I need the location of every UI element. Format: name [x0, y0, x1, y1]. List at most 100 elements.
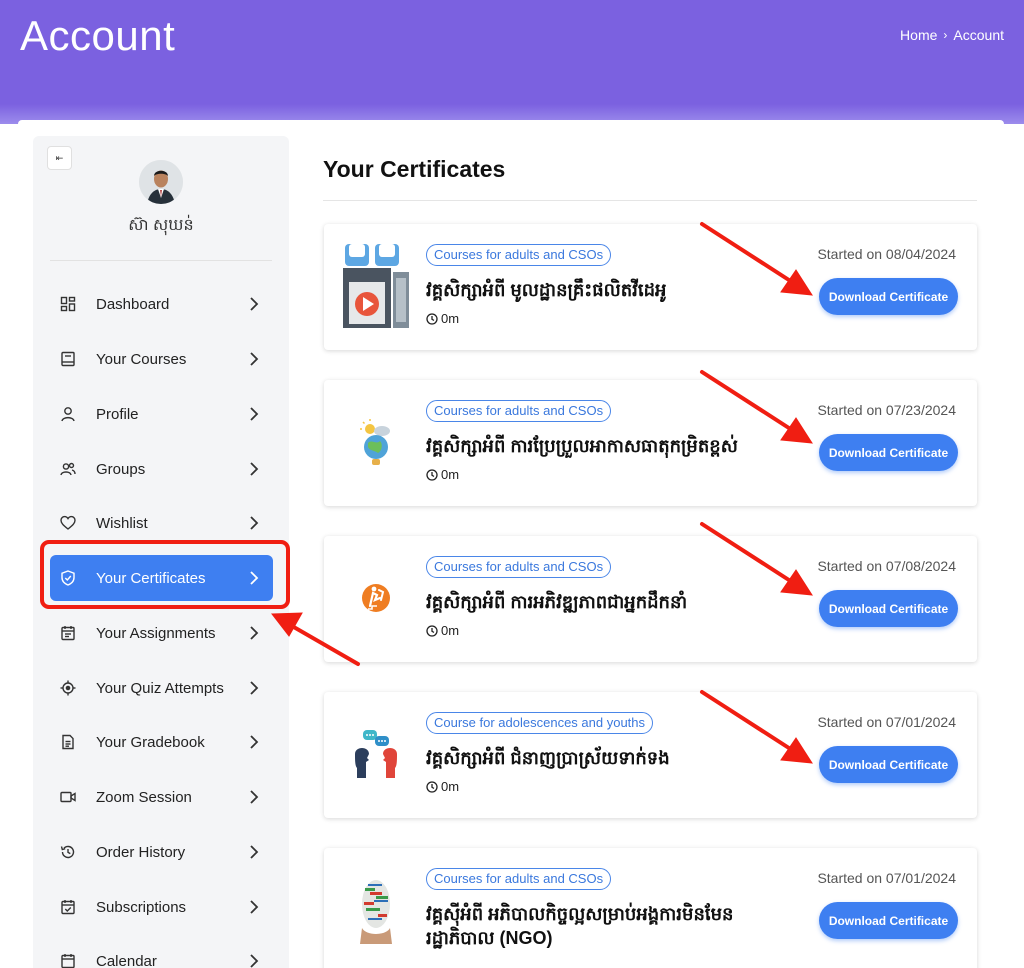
sidebar-item-zoom-session[interactable]: Zoom Session: [50, 774, 273, 820]
collapse-left-icon[interactable]: ⇤: [47, 146, 72, 170]
chevron-right-icon: [250, 462, 259, 476]
certificate-card: Courses for adults and CSOs វគ្គសិក្សាអំ…: [324, 536, 977, 662]
course-category-badge: Course for adolescences and youths: [426, 712, 654, 734]
sidebar-item-your-gradebook[interactable]: Your Gradebook: [50, 719, 273, 765]
breadcrumb-home-link[interactable]: Home: [900, 27, 937, 43]
certificate-course-title: វគ្គសិក្សាអំពី មូលដ្ឋានគ្រឹះផលិតវីដេអូ: [426, 280, 667, 300]
started-date: Started on 07/23/2024: [817, 402, 956, 418]
users-icon: [60, 462, 76, 476]
sidebar-item-label: Wishlist: [96, 514, 148, 532]
calendar-list-icon: [61, 626, 75, 641]
clock-icon: [426, 624, 438, 637]
download-certificate-button[interactable]: Download Certificate: [819, 746, 958, 783]
certificate-course-title: វគ្គសិក្សាអំពី ជំនាញប្រាស្រ័យទាក់ទង: [426, 748, 670, 768]
heart-icon: [60, 515, 76, 530]
breadcrumb: Home › Account: [900, 27, 1004, 43]
chevron-right-icon: [250, 954, 259, 968]
sidebar-item-label: Your Courses: [96, 350, 187, 368]
chevron-right-icon: [250, 297, 259, 311]
calendar-check-icon: [61, 900, 75, 915]
started-date: Started on 07/08/2024: [817, 558, 956, 574]
course-category-badge: Courses for adults and CSOs: [426, 400, 612, 422]
duration-value: 0m: [441, 623, 460, 638]
sidebar-item-your-quiz-attempts[interactable]: Your Quiz Attempts: [50, 665, 273, 711]
governance-course-thumbnail: [340, 866, 412, 954]
communication-course-thumbnail: [340, 710, 412, 798]
course-duration: 0m: [426, 779, 459, 794]
certificate-card: Course for adolescences and youths វគ្គស…: [324, 692, 977, 818]
chevron-right-icon: [250, 900, 259, 914]
chevron-right-icon: [250, 626, 259, 640]
sidebar-item-label: Your Quiz Attempts: [96, 679, 224, 697]
book-icon: [61, 351, 75, 367]
history-icon: [60, 845, 75, 859]
sidebar-item-label: Dashboard: [96, 295, 170, 313]
sidebar-item-calendar[interactable]: Calendar: [50, 938, 273, 968]
chevron-right-icon: [250, 790, 259, 804]
highlight-box-annotation: [40, 540, 290, 609]
sidebar-item-dashboard[interactable]: Dashboard: [50, 281, 273, 327]
leadership-course-thumbnail: [340, 554, 412, 642]
sidebar-item-label: Profile: [96, 405, 139, 423]
started-date: Started on 08/04/2024: [817, 246, 956, 262]
calendar-icon: [61, 954, 75, 968]
download-certificate-button[interactable]: Download Certificate: [819, 590, 958, 627]
duration-value: 0m: [441, 311, 460, 326]
certificate-course-title: វគ្គស៊ីអំពី អភិបាលកិច្ចល្អសម្រាប់អង្គការ…: [426, 904, 734, 948]
chevron-right-icon: [250, 845, 259, 859]
course-duration: 0m: [426, 311, 459, 326]
sidebar-item-label: Subscriptions: [96, 898, 187, 916]
sidebar-item-label: Your Assignments: [96, 624, 216, 642]
course-category-badge: Courses for adults and CSOs: [426, 868, 612, 890]
username: ស៊ា សុឃន់: [128, 217, 194, 234]
course-category-badge: Courses for adults and CSOs: [426, 244, 612, 266]
section-title: Your Certificates: [323, 156, 506, 182]
started-date: Started on 07/01/2024: [817, 714, 956, 730]
sidebar-item-subscriptions[interactable]: Subscriptions: [50, 884, 273, 930]
sidebar-divider: [50, 260, 272, 261]
sidebar-item-profile[interactable]: Profile: [50, 391, 273, 437]
sidebar-item-groups[interactable]: Groups: [50, 446, 273, 492]
section-divider: [323, 200, 977, 201]
duration-value: 0m: [441, 467, 460, 482]
page-title: Account: [20, 12, 176, 59]
certificate-course-title: វគ្គសិក្សាអំពី ការប្រែប្រួលអាកាសធាតុកម្រ…: [426, 436, 738, 456]
sidebar-item-your-assignments[interactable]: Your Assignments: [50, 610, 273, 656]
climate-course-thumbnail: [340, 398, 412, 486]
chevron-right-icon: [250, 516, 259, 530]
course-category-badge: Courses for adults and CSOs: [426, 556, 612, 578]
chevron-right-icon: [250, 681, 259, 695]
download-certificate-button[interactable]: Download Certificate: [819, 434, 958, 471]
clock-icon: [426, 312, 438, 325]
certificate-card: Courses for adults and CSOs វគ្គសិក្សាអំ…: [324, 380, 977, 506]
download-certificate-button[interactable]: Download Certificate: [819, 902, 958, 939]
video-course-thumbnail: [340, 242, 412, 330]
course-duration: 0m: [426, 467, 459, 482]
sidebar-item-label: Zoom Session: [96, 788, 192, 806]
chevron-right-icon: [250, 735, 259, 749]
started-date: Started on 07/01/2024: [817, 870, 956, 886]
document-icon: [62, 734, 74, 750]
sidebar-item-label: Your Gradebook: [96, 733, 205, 751]
breadcrumb-separator: ›: [943, 28, 948, 42]
target-icon: [60, 680, 76, 696]
certificate-course-title: វគ្គសិក្សាអំពី ការអភិវឌ្ឍភាពជាអ្នកដឹកនាំ: [426, 592, 688, 612]
sidebar-item-label: Order History: [96, 843, 186, 861]
certificate-card: Courses for adults and CSOs វគ្គសិក្សាអំ…: [324, 224, 977, 350]
video-icon: [60, 791, 76, 803]
sidebar-item-order-history[interactable]: Order History: [50, 829, 273, 875]
sidebar-item-label: Groups: [96, 460, 146, 478]
sidebar-item-label: Calendar: [96, 952, 157, 968]
avatar: [139, 160, 183, 204]
sidebar-item-your-courses[interactable]: Your Courses: [50, 336, 273, 382]
chevron-right-icon: [250, 407, 259, 421]
clock-icon: [426, 780, 438, 793]
breadcrumb-current: Account: [953, 27, 1004, 43]
certificate-card: Courses for adults and CSOs វគ្គស៊ីអំពី …: [324, 848, 977, 968]
download-certificate-button[interactable]: Download Certificate: [819, 278, 958, 315]
dashboard-icon: [60, 296, 76, 312]
course-duration: 0m: [426, 623, 459, 638]
clock-icon: [426, 468, 438, 481]
duration-value: 0m: [441, 779, 460, 794]
user-icon: [61, 407, 75, 422]
